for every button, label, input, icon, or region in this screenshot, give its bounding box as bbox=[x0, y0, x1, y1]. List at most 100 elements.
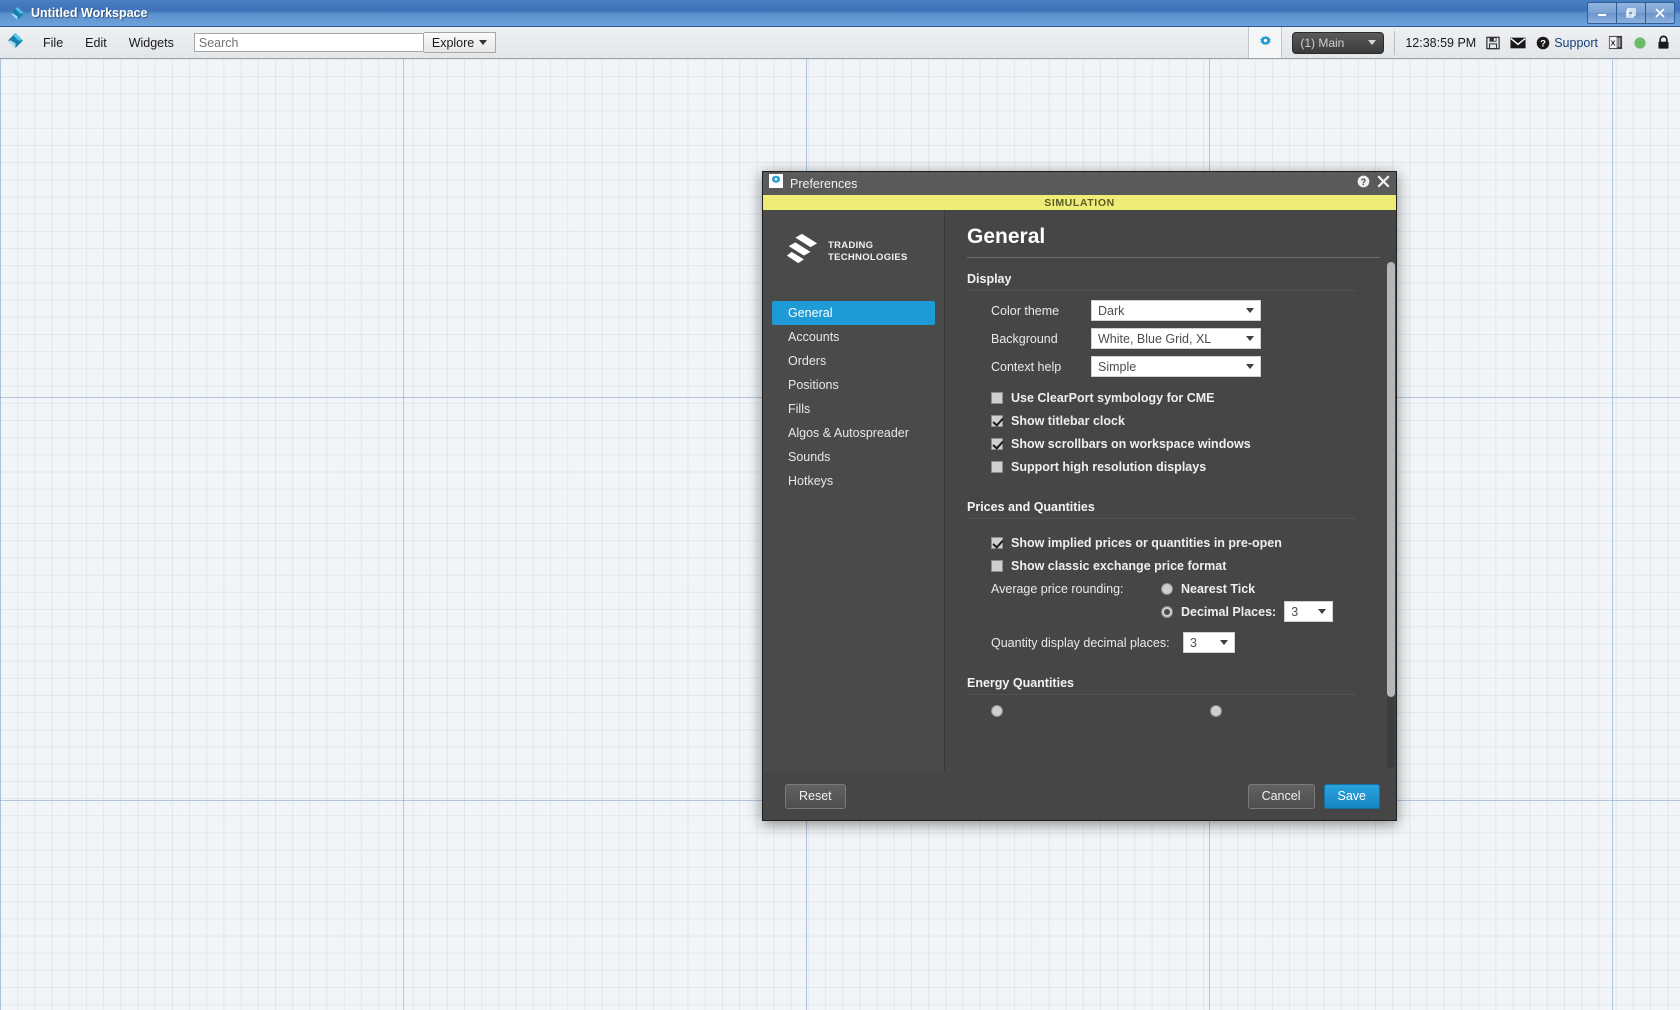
cancel-button[interactable]: Cancel bbox=[1247, 783, 1315, 809]
radio-nearest-tick-label: Nearest Tick bbox=[1181, 582, 1256, 596]
excel-icon[interactable]: X bbox=[1608, 35, 1623, 50]
radio-energy-option-2[interactable] bbox=[1210, 705, 1223, 717]
checkbox-label: Show scrollbars on workspace windows bbox=[1011, 437, 1251, 451]
restore-button[interactable] bbox=[1616, 2, 1646, 24]
background-label: Background bbox=[991, 331, 1058, 346]
support-link[interactable]: Support bbox=[1554, 36, 1598, 50]
preferences-gear-icon bbox=[769, 174, 783, 193]
average-price-rounding-label: Average price rounding: bbox=[991, 582, 1124, 596]
tt-logo-icon bbox=[785, 232, 819, 271]
checkbox-show-implied-prices[interactable]: Show implied prices or quantities in pre… bbox=[991, 536, 1380, 550]
field-quantity-decimal-places: Quantity display decimal places: 3 bbox=[967, 632, 1380, 653]
sidebar-item-hotkeys[interactable]: Hotkeys bbox=[772, 469, 935, 493]
scrollbar-thumb[interactable] bbox=[1387, 262, 1395, 698]
checkbox-icon[interactable] bbox=[991, 415, 1003, 427]
minimize-button[interactable] bbox=[1587, 2, 1617, 24]
dialog-body: TRADING TECHNOLOGIES General Accounts Or… bbox=[763, 210, 1396, 772]
field-energy-quantities-options bbox=[967, 704, 1380, 718]
workspace-selector[interactable]: (1) Main bbox=[1292, 31, 1385, 54]
sidebar-item-orders[interactable]: Orders bbox=[772, 349, 935, 373]
checkbox-show-titlebar-clock[interactable]: Show titlebar clock bbox=[991, 414, 1380, 428]
field-average-price-rounding: Average price rounding: Nearest Tick bbox=[967, 582, 1380, 596]
toolbar-right-group: (1) Main 12:38:59 PM ? Support X bbox=[1248, 27, 1680, 58]
dialog-sidebar[interactable]: TRADING TECHNOLOGIES General Accounts Or… bbox=[763, 210, 945, 772]
sidebar-item-fills[interactable]: Fills bbox=[772, 397, 935, 421]
explore-button[interactable]: Explore bbox=[423, 32, 497, 53]
dialog-footer: Reset Cancel Save bbox=[763, 772, 1396, 820]
menu-file[interactable]: File bbox=[32, 32, 74, 54]
sidebar-item-label: Algos & Autospreader bbox=[788, 426, 909, 440]
scrollbar-track[interactable] bbox=[1387, 262, 1395, 768]
sidebar-item-label: Accounts bbox=[788, 330, 840, 344]
radio-nearest-tick[interactable] bbox=[1161, 583, 1173, 595]
checkbox-label: Show classic exchange price format bbox=[1011, 559, 1227, 573]
sidebar-item-general[interactable]: General bbox=[772, 301, 935, 325]
dialog-content: General Display Color theme Dark Backgro… bbox=[945, 210, 1396, 772]
workspace-selector-label: (1) Main bbox=[1300, 35, 1345, 50]
checkbox-icon[interactable] bbox=[991, 537, 1003, 549]
app-toolbar[interactable]: File Edit Widgets Explore (1) Main 12:38… bbox=[0, 27, 1680, 59]
chevron-down-icon bbox=[1368, 40, 1377, 45]
decimal-places-value: 3 bbox=[1291, 604, 1299, 619]
section-heading-energy: Energy Quantities bbox=[967, 676, 1074, 690]
sidebar-item-positions[interactable]: Positions bbox=[772, 373, 935, 397]
footer-right-group: Cancel Save bbox=[1247, 783, 1380, 809]
save-icon[interactable] bbox=[1486, 36, 1500, 50]
help-icon[interactable]: ? bbox=[1536, 36, 1550, 50]
reset-button[interactable]: Reset bbox=[785, 783, 846, 809]
quantity-decimal-places-value: 3 bbox=[1190, 635, 1197, 650]
radio-energy-option-1[interactable] bbox=[991, 705, 1003, 717]
close-icon[interactable] bbox=[1377, 175, 1390, 193]
save-button[interactable]: Save bbox=[1323, 783, 1380, 809]
sidebar-item-accounts[interactable]: Accounts bbox=[772, 325, 935, 349]
menu-edit[interactable]: Edit bbox=[74, 32, 118, 54]
checkbox-icon[interactable] bbox=[991, 392, 1003, 404]
tt-diamond-icon bbox=[7, 32, 24, 54]
window-controls[interactable] bbox=[1587, 2, 1675, 24]
preferences-dialog[interactable]: Preferences ? SIMULATION TRADING TECHNOL… bbox=[762, 171, 1397, 821]
svg-text:?: ? bbox=[1361, 176, 1366, 186]
radio-decimal-places[interactable] bbox=[1161, 605, 1173, 618]
dialog-titlebar[interactable]: Preferences ? bbox=[763, 172, 1396, 195]
sidebar-item-label: Sounds bbox=[788, 450, 831, 464]
checkbox-icon[interactable] bbox=[991, 438, 1003, 450]
lock-icon[interactable] bbox=[1657, 35, 1670, 50]
checkbox-show-scrollbars[interactable]: Show scrollbars on workspace windows bbox=[991, 437, 1380, 451]
close-button[interactable] bbox=[1645, 2, 1675, 24]
checkbox-classic-exchange-format[interactable]: Show classic exchange price format bbox=[991, 559, 1380, 573]
help-icon[interactable]: ? bbox=[1357, 175, 1370, 193]
dialog-title: Preferences bbox=[790, 176, 858, 191]
sidebar-item-label: Orders bbox=[788, 354, 827, 368]
page-title: General bbox=[967, 225, 1046, 248]
sidebar-item-sounds[interactable]: Sounds bbox=[772, 445, 935, 469]
checkbox-icon[interactable] bbox=[991, 560, 1003, 572]
field-background: Background White, Blue Grid, XL bbox=[967, 328, 1380, 349]
checkbox-clearport-symbology[interactable]: Use ClearPort symbology for CME bbox=[991, 391, 1380, 405]
search-input[interactable] bbox=[193, 33, 424, 52]
radio-energy-option-1-label bbox=[1011, 704, 1014, 718]
chevron-down-icon bbox=[1246, 336, 1254, 341]
checkbox-high-resolution[interactable]: Support high resolution displays bbox=[991, 460, 1380, 474]
menu-widgets[interactable]: Widgets bbox=[118, 32, 185, 54]
os-titlebar[interactable]: Untitled Workspace bbox=[0, 0, 1680, 27]
checkbox-label: Support high resolution displays bbox=[1011, 460, 1207, 474]
mail-icon[interactable] bbox=[1510, 37, 1526, 49]
background-select[interactable]: White, Blue Grid, XL bbox=[1091, 328, 1261, 349]
sidebar-item-label: Hotkeys bbox=[788, 474, 834, 488]
background-value: White, Blue Grid, XL bbox=[1098, 331, 1212, 346]
toolbar-divider bbox=[1394, 30, 1396, 55]
titlebar-clock: 12:38:59 PM bbox=[1405, 35, 1477, 50]
sidebar-item-algos-autospreader[interactable]: Algos & Autospreader bbox=[772, 421, 935, 445]
context-help-select[interactable]: Simple bbox=[1091, 356, 1261, 377]
checkbox-label: Show titlebar clock bbox=[1011, 414, 1125, 428]
sidebar-item-label: Positions bbox=[788, 378, 839, 392]
quantity-decimal-places-select[interactable]: 3 bbox=[1183, 632, 1235, 653]
color-theme-select[interactable]: Dark bbox=[1091, 300, 1261, 321]
preferences-scroll-area[interactable]: Display Color theme Dark Background Whit… bbox=[967, 258, 1396, 772]
section-heading-prices: Prices and Quantities bbox=[967, 500, 1095, 514]
quantity-decimal-places-label: Quantity display decimal places: bbox=[991, 635, 1170, 650]
settings-gear-button[interactable] bbox=[1248, 27, 1283, 58]
decimal-places-select[interactable]: 3 bbox=[1284, 601, 1334, 622]
checkbox-label: Use ClearPort symbology for CME bbox=[1011, 391, 1215, 405]
checkbox-icon[interactable] bbox=[991, 461, 1003, 473]
